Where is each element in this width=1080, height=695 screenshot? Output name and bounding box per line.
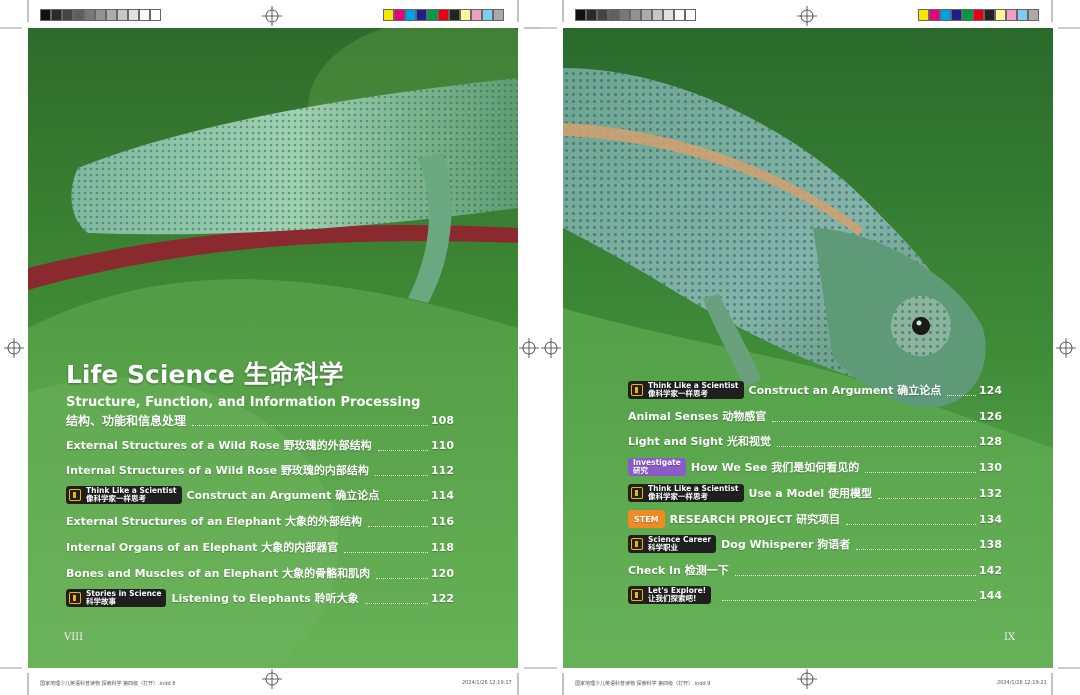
lightbulb-icon [69,489,81,501]
page-number: 116 [431,514,454,528]
entry-label: Check In 检测一下 [628,564,729,577]
book-icon [69,592,81,604]
toc-entry[interactable]: Animal Senses 动物感官 126 [628,407,1002,425]
leader-dots [865,472,977,473]
leader-dots [772,421,977,422]
compass-icon [631,589,643,601]
leader-dots [376,578,429,579]
page-number: 142 [979,563,1002,577]
entry-label: Animal Senses 动物感官 [628,410,767,423]
think-like-a-scientist-tag: Think Like a Scientist 像科学家一样思考 [628,484,744,502]
table-of-contents-right: Think Like a Scientist 像科学家一样思考 Construct… [563,28,1053,668]
leader-dots [344,552,429,553]
page-number: 128 [979,434,1002,448]
toc-entry[interactable]: Think Like a Scientist 像科学家一样思考 Construct… [66,486,454,504]
think-like-a-scientist-tag: Think Like a Scientist 像科学家一样思考 [628,381,744,399]
leader-dots [722,600,977,601]
leader-dots [734,575,977,576]
lightbulb-icon [631,384,643,396]
leader-dots [878,498,977,499]
toc-entry[interactable]: Investigate 研究 How We See 我们是如何看见的 130 [628,458,1002,476]
print-spread: Life Science 生命科学 Structure, Function, a… [0,0,1080,695]
page-number: 118 [431,540,454,554]
unit-title-en: Structure, Function, and Information Pro… [66,395,421,410]
leader-dots [364,603,429,604]
toc-entry[interactable]: Bones and Muscles of an Elephant 大象的骨骼和肌… [66,564,454,582]
unit-title-cn: 结构、功能和信息处理 [66,413,187,428]
entry-label: Internal Structures of a Wild Rose 野玫瑰的内… [66,464,369,477]
page-number: 138 [979,537,1002,551]
print-timestamp: 2024/1/26 12:19:21 [997,680,1047,686]
right-page: Think Like a Scientist 像科学家一样思考 Construct… [563,28,1053,668]
toc-entry[interactable]: Think Like a Scientist 像科学家一样思考 Use a Mod… [628,484,1002,502]
investigate-tag: Investigate 研究 [628,458,686,476]
entry-label: External Structures of a Wild Rose 野玫瑰的外… [66,439,372,452]
page-number: 112 [431,463,454,477]
entry-label: Listening to Elephants 聆听大象 [171,592,359,605]
toc-entry[interactable]: External Structures of an Elephant 大象的外部… [66,512,454,530]
print-timestamp: 2024/1/26 12:19:17 [462,680,512,686]
folio: IX [1004,632,1016,643]
science-career-tag: Science Career 科学职业 [628,535,717,553]
toc-entry[interactable]: Check In 检测一下 142 [628,561,1002,579]
leader-dots [777,446,977,447]
page-number: 132 [979,486,1002,500]
toc-entry[interactable]: Science Career 科学职业 Dog Whisperer 狗语者 138 [628,535,1002,553]
stem-tag: STEM [628,510,665,528]
entry-label: Internal Organs of an Elephant 大象的内部器官 [66,541,339,554]
entry-label: Construct an Argument 确立论点 [748,384,942,397]
toc-entry[interactable]: Think Like a Scientist 像科学家一样思考 Construct… [628,381,1002,399]
page-number: 134 [979,512,1002,526]
section-title: Life Science 生命科学 [66,360,344,389]
page-number: 120 [431,566,454,580]
page-number: 110 [431,438,454,452]
entry-label: Bones and Muscles of an Elephant 大象的骨骼和肌… [66,567,371,580]
leader-dots [192,425,429,426]
folio: VIII [64,632,84,643]
think-like-a-scientist-tag: Think Like a Scientist 像科学家一样思考 [66,486,182,504]
page-number: 122 [431,591,454,605]
print-slug: 国家地理少儿英语科普读物 探索科学 第四级（打开）.indd 9 [575,681,711,687]
unit-title: Structure, Function, and Information Pro… [66,394,420,411]
entry-label: External Structures of an Elephant 大象的外部… [66,515,362,528]
table-of-contents-left: Life Science 生命科学 Structure, Function, a… [28,28,518,668]
leader-dots [947,395,977,396]
entry-label: RESEARCH PROJECT 研究项目 [669,513,841,526]
entry-label: Construct an Argument 确立论点 [186,489,380,502]
leader-dots [846,524,977,525]
entry-label: Dog Whisperer 狗语者 [721,538,851,551]
leader-dots [377,450,429,451]
page-number: 114 [431,488,454,502]
toc-entry[interactable]: STEM RESEARCH PROJECT 研究项目 134 [628,510,1002,528]
toc-entry[interactable]: Let's Explore! 让我们探索吧! 144 [628,586,1002,604]
left-page: Life Science 生命科学 Structure, Function, a… [28,28,518,668]
page-number: 124 [979,383,1002,397]
toc-entry[interactable]: External Structures of a Wild Rose 野玫瑰的外… [66,436,454,454]
stories-in-science-tag: Stories in Science 科学故事 [66,589,167,607]
toc-entry[interactable]: Light and Sight 光和视觉 128 [628,432,1002,450]
entry-label: Use a Model 使用模型 [748,487,872,500]
toc-entry[interactable]: Internal Structures of a Wild Rose 野玫瑰的内… [66,461,454,479]
page-number: 130 [979,460,1002,474]
lightbulb-icon [631,487,643,499]
print-slug: 国家地理少儿英语科普读物 探索科学 第四级（打开）.indd 8 [40,681,176,687]
page-number: 108 [431,413,454,427]
badge-icon [631,538,643,550]
toc-entry[interactable]: Stories in Science 科学故事 Listening to Elep… [66,589,454,607]
entry-label: Light and Sight 光和视觉 [628,435,772,448]
toc-entry[interactable]: Internal Organs of an Elephant 大象的内部器官 1… [66,538,454,556]
entry-label: How We See 我们是如何看见的 [690,461,860,474]
leader-dots [856,549,977,550]
leader-dots [374,475,429,476]
leader-dots [367,526,429,527]
leader-dots [385,500,429,501]
page-number: 126 [979,409,1002,423]
lets-explore-tag: Let's Explore! 让我们探索吧! [628,586,712,604]
toc-entry-unit[interactable]: 结构、功能和信息处理 108 [66,411,454,429]
page-number: 144 [979,588,1002,602]
